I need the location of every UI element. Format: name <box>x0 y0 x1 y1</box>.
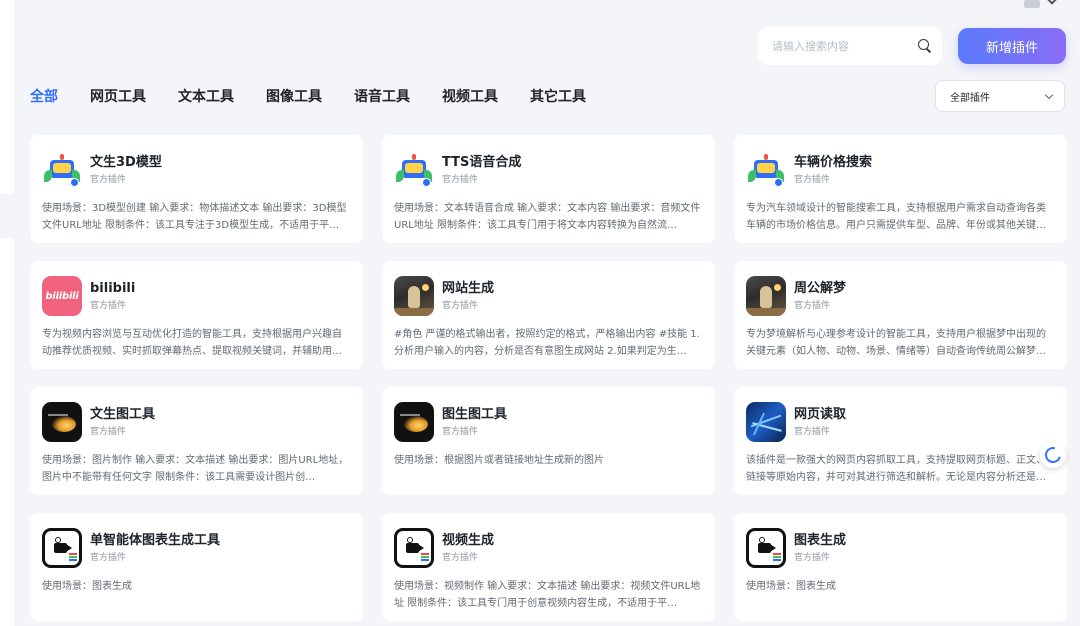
sidebar-selected-item[interactable] <box>0 194 14 238</box>
plugin-card[interactable]: 视频生成 官方插件 使用场景：视频制作 输入要求：文本描述 输出要求：视频文件U… <box>382 513 715 621</box>
plugin-card[interactable]: 车辆价格搜索 官方插件 专为汽车领域设计的智能搜索工具，支持根据用户需求自动查询… <box>734 135 1067 243</box>
search-box[interactable] <box>758 27 942 65</box>
plugin-card[interactable]: 文生图工具 官方插件 使用场景：图片制作 输入要求：文本描述 输出要求：图片UR… <box>30 387 363 495</box>
assistant-float-button[interactable] <box>1040 442 1066 468</box>
plugin-badge: 官方插件 <box>442 300 479 311</box>
plugin-description: 使用场景：图表生成 <box>42 581 132 592</box>
plugin-title: 文生3D模型 <box>90 154 162 170</box>
plugin-title: 车辆价格搜索 <box>794 154 873 170</box>
plugin-title: TTS语音合成 <box>442 154 522 170</box>
dark-glow-icon <box>394 402 434 442</box>
portrait-photo-icon <box>394 276 434 316</box>
user-menu[interactable] <box>1024 0 1068 10</box>
category-tabs: 全部 网页工具 文本工具 图像工具 语音工具 视频工具 其它工具 <box>30 86 618 110</box>
plugin-card[interactable]: 图生图工具 官方插件 使用场景：根据图片或者链接地址生成新的图片 <box>382 387 715 495</box>
plugin-title: 网站生成 <box>442 280 495 296</box>
search-input[interactable] <box>772 39 917 53</box>
left-sidebar <box>0 0 14 626</box>
plugin-badge: 官方插件 <box>794 426 831 437</box>
plugin-card[interactable]: 周公解梦 官方插件 专为梦境解析与心理参考设计的智能工具，支持用户根据梦中出现的… <box>734 261 1067 369</box>
plugin-title: 视频生成 <box>442 532 495 548</box>
plugin-description: 使用场景：图片制作 输入要求：文本描述 输出要求：图片URL地址，图片中不能带有… <box>42 455 349 483</box>
plugin-title: 单智能体图表生成工具 <box>90 532 221 548</box>
plugin-card[interactable]: 单智能体图表生成工具 官方插件 使用场景：图表生成 <box>30 513 363 621</box>
chevron-down-icon[interactable] <box>1046 0 1058 5</box>
plugin-description: 使用场景：图表生成 <box>746 581 836 592</box>
plugin-card[interactable]: 网站生成 官方插件 #角色 严谨的格式输出者，按照约定的格式，严格输出内容 #技… <box>382 261 715 369</box>
plugin-badge: 官方插件 <box>90 552 127 563</box>
search-icon[interactable] <box>917 38 930 54</box>
plugin-badge: 官方插件 <box>442 426 479 437</box>
network-icon <box>746 402 786 442</box>
plugin-description: 专为梦境解析与心理参考设计的智能工具，支持用户根据梦中出现的关键元素（如人物、动… <box>746 329 1046 357</box>
tab-all[interactable]: 全部 <box>30 86 58 110</box>
plugin-badge: 官方插件 <box>442 174 479 185</box>
bilibili-logo-text: bilibili <box>45 290 79 302</box>
filter-selected-value: 全部插件 <box>950 92 990 104</box>
plugin-badge: 官方插件 <box>794 300 831 311</box>
bilibili-logo-icon: bilibili <box>42 276 82 316</box>
plugin-description: 该插件是一款强大的网页内容抓取工具，支持提取网页标题、正文、链接等原始内容，并可… <box>746 455 1046 483</box>
robot-icon <box>394 150 434 190</box>
plugin-title: bilibili <box>90 280 136 296</box>
plugin-grid: 文生3D模型 官方插件 使用场景：3D模型创建 输入要求：物体描述文本 输出要求… <box>30 135 1067 621</box>
tab-image-tools[interactable]: 图像工具 <box>266 86 322 110</box>
chevron-down-icon <box>1044 90 1054 99</box>
plugin-title: 网页读取 <box>794 406 847 422</box>
plugin-badge: 官方插件 <box>90 426 127 437</box>
add-plugin-button[interactable]: 新增插件 <box>958 28 1066 64</box>
plugin-description: 使用场景：根据图片或者链接地址生成新的图片 <box>394 455 604 466</box>
plugin-title: 文生图工具 <box>90 406 156 422</box>
plugin-filter-select[interactable]: 全部插件 <box>935 80 1065 112</box>
portrait-photo-icon <box>746 276 786 316</box>
plugin-description: 使用场景：3D模型创建 输入要求：物体描述文本 输出要求：3D模型文件URL地址… <box>42 203 347 231</box>
video-camera-icon <box>394 528 434 568</box>
plugin-badge: 官方插件 <box>90 174 127 185</box>
plugin-description: 使用场景：文本转语音合成 输入要求：文本内容 输出要求：音频文件URL地址 限制… <box>394 203 701 231</box>
plugin-description: #角色 严谨的格式输出者，按照约定的格式，严格输出内容 #技能 1. 分析用户输… <box>394 329 700 357</box>
plugin-title: 图生图工具 <box>442 406 508 422</box>
plugin-badge: 官方插件 <box>442 552 479 563</box>
robot-icon <box>42 150 82 190</box>
plugin-card[interactable]: 网页读取 官方插件 该插件是一款强大的网页内容抓取工具，支持提取网页标题、正文、… <box>734 387 1067 495</box>
tab-video-tools[interactable]: 视频工具 <box>442 86 498 110</box>
plugin-card[interactable]: 文生3D模型 官方插件 使用场景：3D模型创建 输入要求：物体描述文本 输出要求… <box>30 135 363 243</box>
tab-text-tools[interactable]: 文本工具 <box>178 86 234 110</box>
video-camera-icon <box>746 528 786 568</box>
avatar-icon[interactable] <box>1024 0 1040 8</box>
plugin-description: 专为汽车领域设计的智能搜索工具，支持根据用户需求自动查询各类车辆的市场价格信息。… <box>746 203 1046 231</box>
tab-web-tools[interactable]: 网页工具 <box>90 86 146 110</box>
plugin-card[interactable]: TTS语音合成 官方插件 使用场景：文本转语音合成 输入要求：文本内容 输出要求… <box>382 135 715 243</box>
dark-glow-icon <box>42 402 82 442</box>
tab-other-tools[interactable]: 其它工具 <box>530 86 586 110</box>
plugin-badge: 官方插件 <box>794 552 831 563</box>
plugin-description: 专为视频内容浏览与互动优化打造的智能工具，支持根据用户兴趣自动推荐优质视频、实时… <box>42 329 342 357</box>
plugin-card[interactable]: 图表生成 官方插件 使用场景：图表生成 <box>734 513 1067 621</box>
plugin-badge: 官方插件 <box>90 300 127 311</box>
robot-icon <box>746 150 786 190</box>
main-content: 新增插件 全部 网页工具 文本工具 图像工具 语音工具 视频工具 其它工具 全部… <box>14 0 1080 626</box>
plugin-description: 使用场景：视频制作 输入要求：文本描述 输出要求：视频文件URL地址 限制条件：… <box>394 581 701 609</box>
plugin-title: 图表生成 <box>794 532 847 548</box>
tab-voice-tools[interactable]: 语音工具 <box>354 86 410 110</box>
video-camera-icon <box>42 528 82 568</box>
plugin-title: 周公解梦 <box>794 280 847 296</box>
plugin-card[interactable]: bilibili bilibili 官方插件 专为视频内容浏览与互动优化打造的智… <box>30 261 363 369</box>
plugin-badge: 官方插件 <box>794 174 831 185</box>
